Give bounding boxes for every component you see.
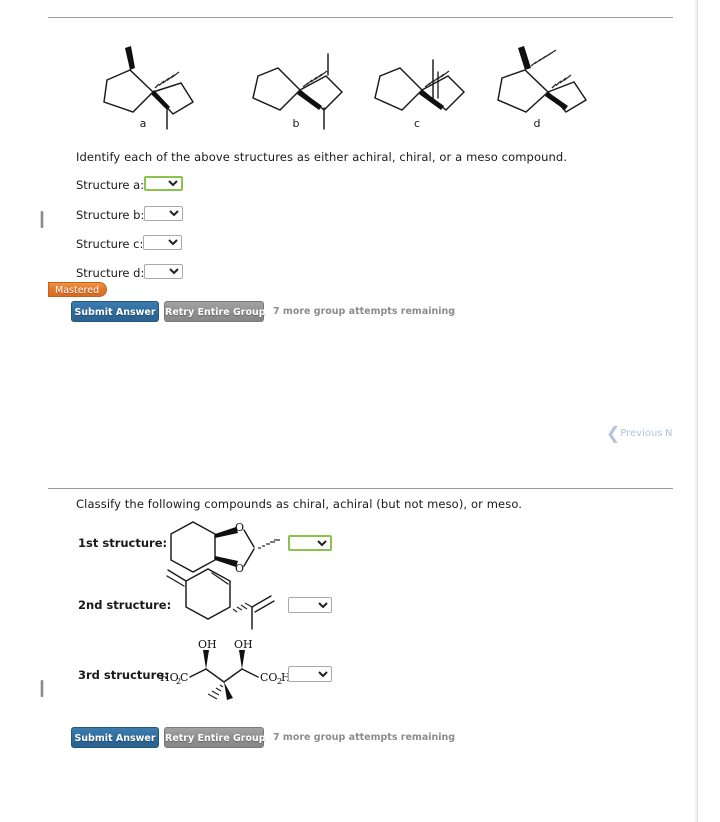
structure-label-d: d [533, 117, 541, 130]
structure-b-row-label: Structure b: [76, 208, 145, 222]
retry-entire-group-button-group-1[interactable]: Retry Entire Group [164, 301, 266, 322]
right-gutter [697, 0, 720, 822]
previous-label: Previous [620, 428, 663, 439]
hydroxyl-left-label: OH [198, 638, 217, 651]
third-structure-select[interactable]: chiralachiralmeso [288, 666, 332, 682]
assignment-page: a b c d Identify each of the above struc… [0, 0, 697, 822]
left-edge-handle-top[interactable] [40, 211, 44, 228]
structure-b-drawing [248, 32, 358, 130]
mastered-badge: Mastered [48, 282, 108, 297]
group-1-prompt: Identify each of the above structures as… [76, 150, 568, 164]
attempts-remaining-group-1: 7 more group attempts remaining [273, 306, 456, 317]
left-edge-handle-bottom[interactable] [40, 680, 44, 697]
third-structure-row-label: 3rd structure: [78, 668, 169, 682]
chevron-left-icon: ❮ [606, 424, 621, 444]
hydroxyl-right-label: OH [234, 638, 253, 651]
retry-entire-group-button-group-2[interactable]: Retry Entire Group [164, 727, 266, 748]
structure-c-select[interactable]: achiralchiralmeso [143, 235, 182, 250]
left-carboxyl-carbon: C [180, 671, 188, 684]
structure-label-a: a [139, 117, 147, 130]
structure-a-row-label: Structure a: [76, 178, 145, 192]
structure-d-row-label: Structure d: [76, 266, 145, 280]
structure-d-drawing [490, 28, 600, 113]
group-2-prompt: Classify the following compounds as chir… [76, 497, 523, 511]
structure-b-select[interactable]: achiralchiralmeso [144, 206, 183, 221]
oxygen-atom-top: O [235, 521, 244, 534]
section-divider-top [48, 17, 673, 18]
third-structure-drawing: HO 2 C OH OH CO 2 H [160, 638, 295, 700]
second-structure-row-label: 2nd structure: [78, 598, 172, 612]
structure-a-select[interactable]: achiralchiralmeso [144, 176, 183, 191]
submit-answer-button-group-2[interactable]: Submit Answer [71, 727, 159, 748]
submit-answer-button-group-1[interactable]: Submit Answer [71, 301, 159, 322]
structure-a-drawing [95, 30, 205, 130]
structure-d-select[interactable]: achiralchiralmeso [144, 264, 183, 279]
first-structure-row-label: 1st structure: [78, 536, 168, 550]
right-carboxyl-label: CO [260, 671, 277, 684]
structure-label-c: c [413, 117, 421, 130]
structure-c-drawing [370, 32, 480, 117]
attempts-remaining-group-2: 7 more group attempts remaining [273, 732, 456, 743]
next-label: N [665, 428, 673, 439]
next-link[interactable]: N [665, 428, 672, 439]
previous-link[interactable]: ❮Previous [606, 426, 663, 443]
first-structure-select[interactable]: chiralachiralmeso [288, 535, 332, 551]
structure-c-row-label: Structure c: [76, 237, 144, 251]
second-structure-drawing [166, 565, 288, 640]
structure-label-b: b [292, 117, 300, 130]
second-structure-select[interactable]: chiralachiralmeso [288, 597, 332, 613]
section-divider-middle [48, 488, 673, 489]
